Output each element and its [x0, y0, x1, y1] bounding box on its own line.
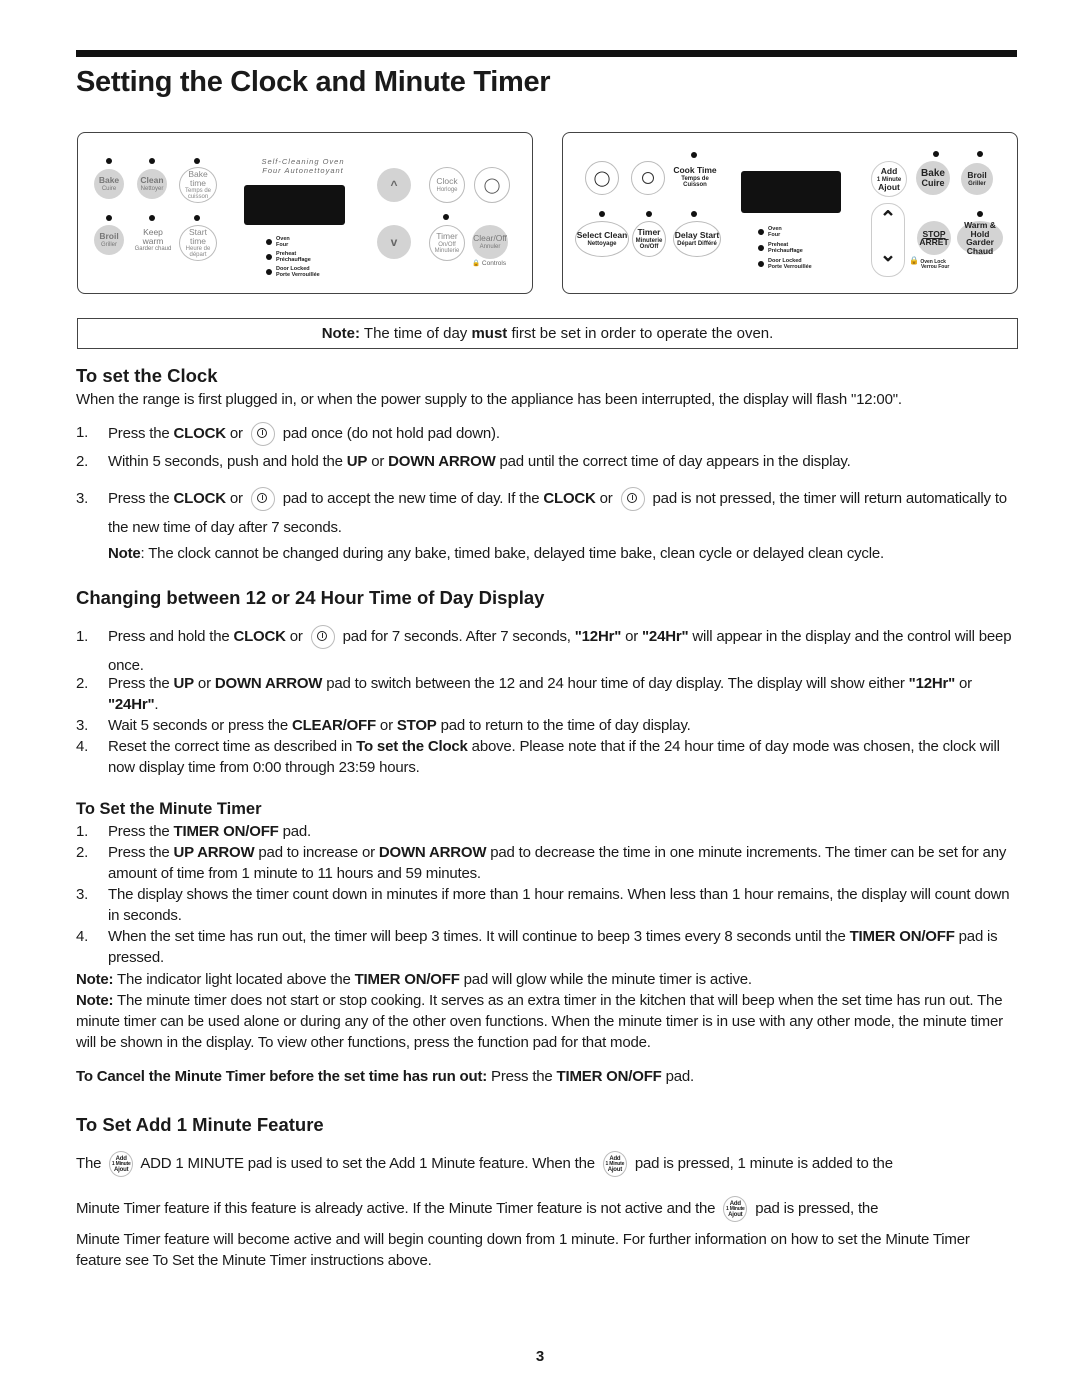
clean-pad[interactable]: Clean Nettoyer [137, 169, 167, 199]
page-title: Setting the Clock and Minute Timer [76, 66, 551, 98]
list-item: 2. Press the UP ARROW pad to increase or … [76, 844, 1007, 882]
add-minute-line-3: Minute Timer feature will become active … [76, 1231, 970, 1269]
indicator-light [106, 215, 112, 221]
section-heading-set-clock: To set the Clock [76, 365, 218, 386]
timer-note-1: Note: The indicator light located above … [76, 971, 752, 988]
lock-icon: 🔒 [909, 256, 919, 265]
add-1-minute-icon: Add 1 Minute Ajout [602, 1151, 627, 1178]
set-clock-intro: When the range is first plugged in, or w… [76, 391, 902, 408]
light-bulb-icon: ◯ [483, 176, 501, 194]
indicator-light [977, 151, 983, 157]
list-item: 2. Within 5 seconds, push and hold the UP… [76, 453, 851, 470]
stop-pad[interactable]: STOP ARRÊT [917, 221, 951, 255]
indicator-door-locked: Door Locked Porte Verrouillée [758, 258, 812, 271]
indicator-preheat: Preheat Préchauffage [266, 251, 311, 264]
keep-warm-pad[interactable]: Keep warm Garder chaud [133, 225, 173, 255]
page-number: 3 [535, 1348, 545, 1365]
indicator-light [646, 211, 652, 217]
clock-icon [310, 625, 335, 650]
indicator-light [149, 215, 155, 221]
indicator-light [977, 211, 983, 217]
add-1-minute-icon: Add 1 Minute Ajout [723, 1196, 748, 1223]
broil-pad[interactable]: Broil Griller [94, 225, 124, 255]
add-minute-line-1: The Add 1 Minute Ajout ADD 1 MINUTE pad is… [76, 1150, 1017, 1178]
display-screen [741, 171, 841, 213]
add-1-minute-icon: Add 1 Minute Ajout [109, 1151, 134, 1178]
clock-pad[interactable]: Clock Horloge [429, 167, 465, 203]
oven-light-pad[interactable]: ◯ [585, 161, 619, 195]
display-screen [244, 185, 345, 225]
timer-pad[interactable]: Timer On/Off Minuterie [429, 225, 465, 261]
warm-hold-pad[interactable]: Warm & Hold Garder Chaud [957, 221, 1003, 255]
add-1-minute-pad[interactable]: Add 1 Minute Ajout [871, 161, 907, 197]
clock-icon [642, 172, 654, 184]
indicator-door-locked: Door Locked Porte Verrouillée [266, 266, 320, 279]
list-item: 4. Reset the correct time as described in… [76, 738, 1000, 776]
bake-time-pad[interactable]: Bake time Temps de cuisson [179, 167, 217, 203]
control-panel-right: ◯ Cook Time Temps de Cuisson Select Clean… [562, 132, 1018, 294]
select-clean-pad[interactable]: Select Clean Nettoyage [575, 221, 629, 257]
clock-icon [620, 487, 645, 512]
clear-off-pad[interactable]: Clear/Off Annuler [472, 225, 508, 259]
clock-icon [250, 487, 275, 512]
clock-pad[interactable] [631, 161, 665, 195]
operating-note-box: Note: The time of day must first be set … [77, 318, 1018, 349]
light-bulb-icon: ◯ [593, 169, 611, 187]
timer-indicator-light [443, 214, 449, 220]
list-item: 3. Wait 5 seconds or press the CLEAR/OFF … [76, 717, 691, 734]
indicator-light [933, 151, 939, 157]
section-heading-add-minute: To Set Add 1 Minute Feature [76, 1114, 324, 1135]
indicator-light [106, 158, 112, 164]
up-arrow-pad[interactable]: ^ [377, 168, 411, 202]
self-cleaning-banner: Self-Cleaning Oven Four Autonettoyant [261, 157, 345, 175]
down-arrow-pad[interactable]: ⌄ [872, 242, 904, 272]
list-item: 3. The display shows the timer count down… [76, 886, 1010, 924]
list-item: 4. When the set time has run out, the tim… [76, 928, 998, 966]
timer-pad[interactable]: Timer Minuterie On/Off [632, 221, 666, 257]
list-item: 2. Press the UP or DOWN ARROW pad to swit… [76, 675, 972, 713]
indicator-light [691, 152, 697, 158]
indicator-light [691, 211, 697, 217]
down-arrow-pad[interactable]: v [377, 225, 411, 259]
bake-pad[interactable]: Bake Cuire [94, 169, 124, 199]
indicator-oven: Oven Four [758, 226, 782, 239]
cook-time-pad[interactable]: Cook Time Temps de Cuisson [673, 162, 717, 192]
indicator-preheat: Preheat Préchauffage [758, 242, 803, 255]
list-item: 1. Press the TIMER ON/OFF pad. [76, 823, 311, 840]
control-panel-left: Bake Cuire Clean Nettoyer Bake time Temps d… [77, 132, 533, 294]
section-heading-hour-display: Changing between 12 or 24 Hour Time of D… [76, 587, 545, 608]
indicator-light [194, 215, 200, 221]
list-item: 3. Press the CLOCK or pad to accept the n… [76, 484, 1017, 542]
up-arrow-pad[interactable]: ⌃ [872, 206, 904, 236]
indicator-oven: Oven Four [266, 236, 290, 249]
list-item: 1. Press and hold the CLOCK or pad for 7 … [76, 622, 1017, 680]
clock-icon [250, 422, 275, 446]
clock-note: Note: The clock cannot be changed during… [108, 545, 884, 562]
add-minute-line-2: Minute Timer feature if this feature is … [76, 1195, 1017, 1223]
oven-light-pad[interactable]: ◯ [474, 167, 510, 203]
start-time-pad[interactable]: Start time Heure de départ [179, 225, 217, 261]
indicator-light [194, 158, 200, 164]
lock-icon: 🔒 [472, 260, 481, 267]
timer-note-2: Note: The minute timer does not start or… [76, 992, 1003, 1051]
list-item: 1. Press the CLOCK or pad once (do not ho… [76, 422, 1017, 446]
top-rule [76, 50, 1017, 57]
delay-start-pad[interactable]: Delay Start Départ Différé [673, 221, 721, 257]
cancel-timer-text: To Cancel the Minute Timer before the se… [76, 1068, 695, 1085]
section-heading-minute-timer: To Set the Minute Timer [76, 800, 262, 818]
indicator-light [149, 158, 155, 164]
bake-pad[interactable]: Bake Cuire [916, 161, 950, 195]
controls-lock-label: 🔒 Controls [472, 260, 507, 267]
indicator-light [599, 211, 605, 217]
oven-lock-label: 🔒 Oven Lock Verrou Four [909, 256, 950, 270]
up-down-arrow-rocker: ⌃ ⌄ [871, 203, 905, 277]
broil-pad[interactable]: Broil Griller [961, 163, 993, 195]
